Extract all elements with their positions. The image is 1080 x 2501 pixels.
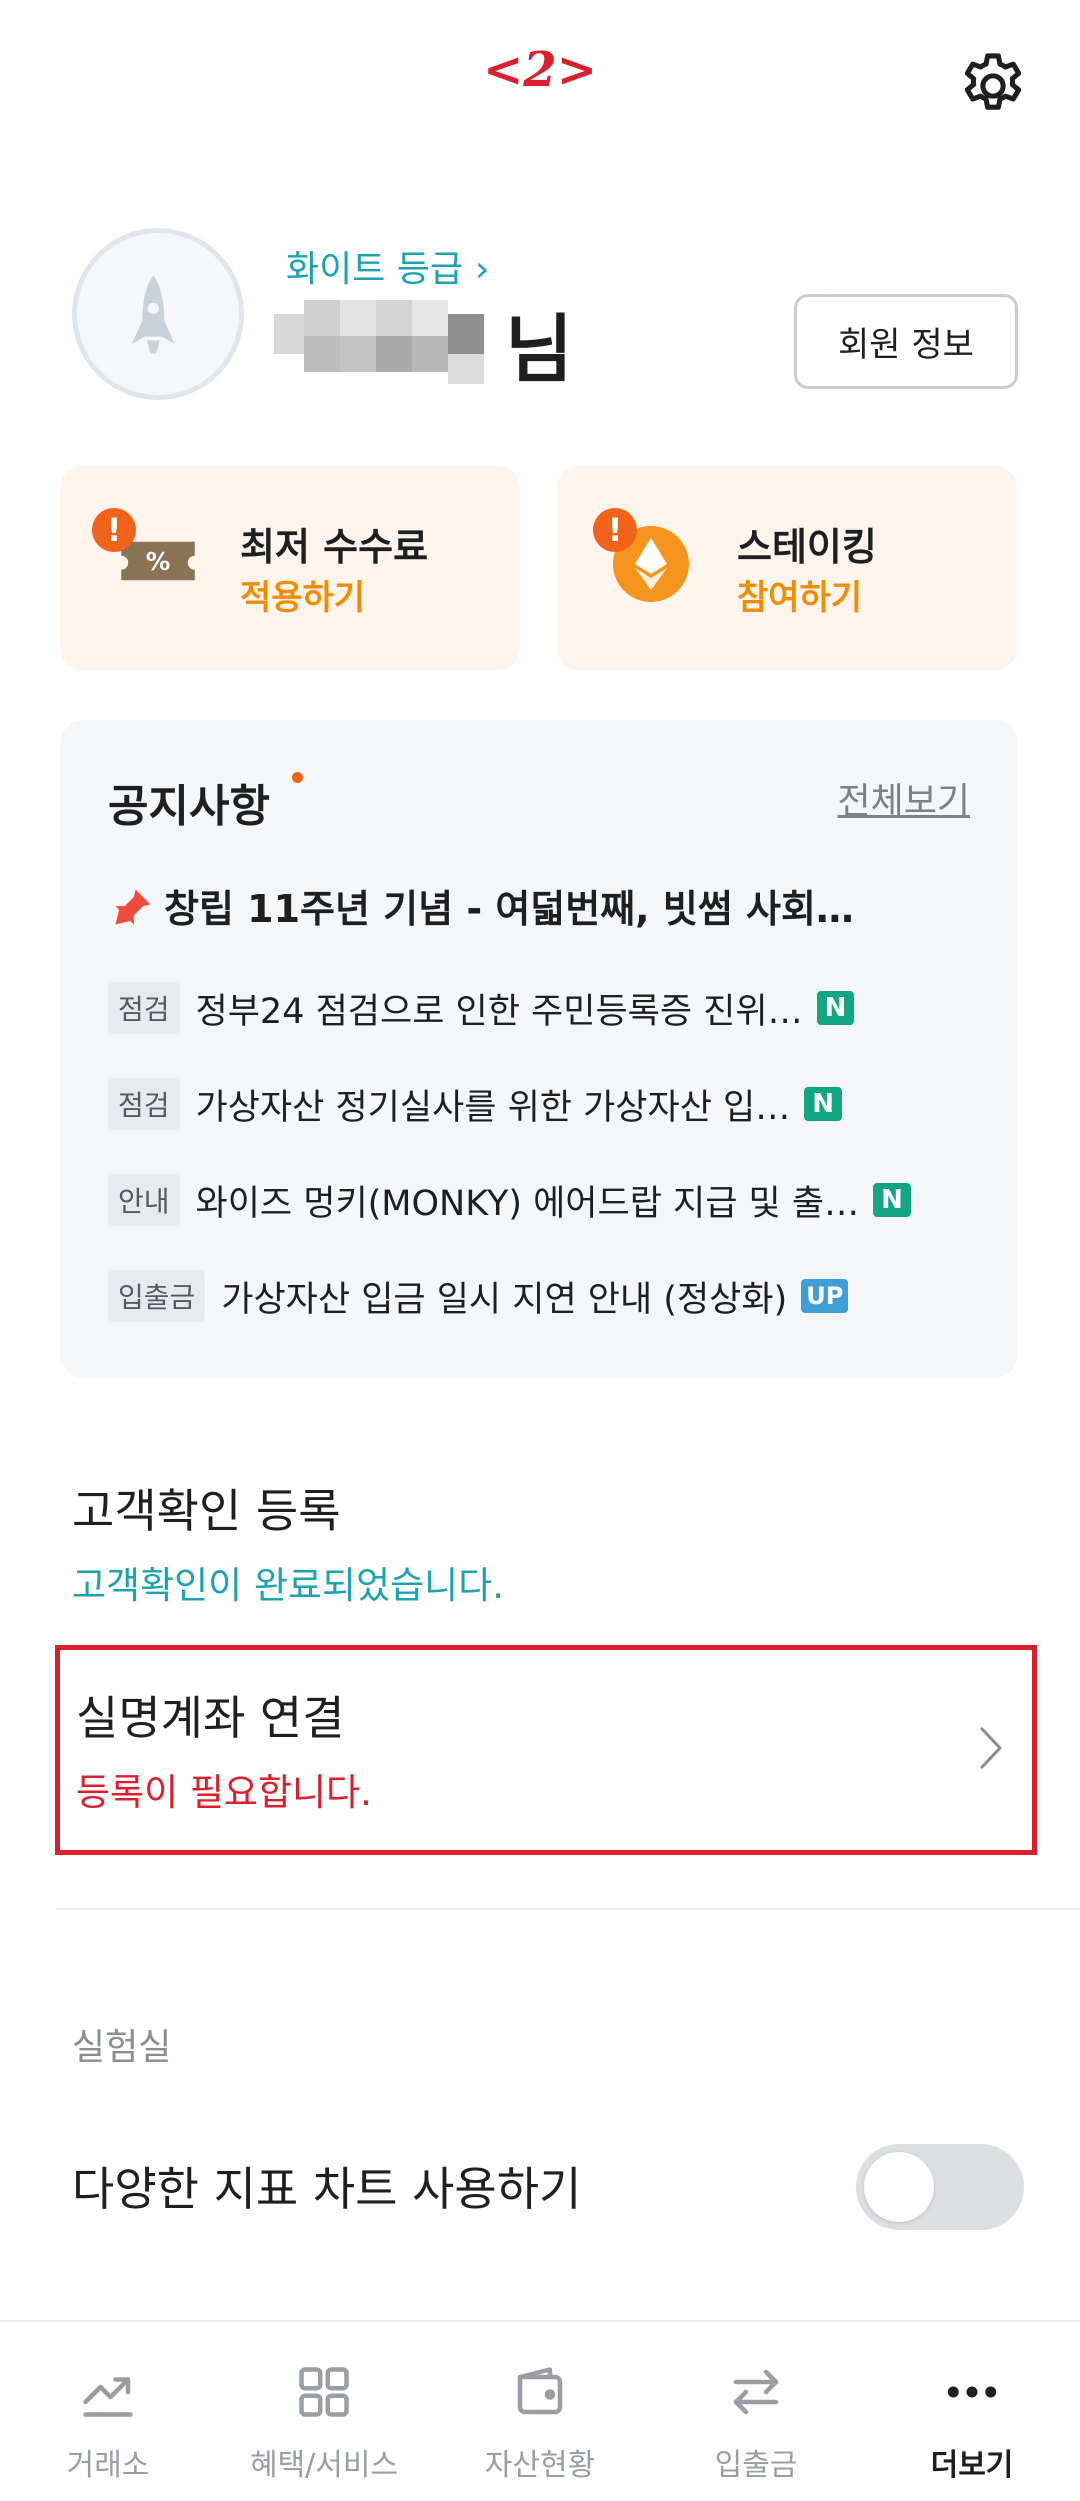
new-badge: N xyxy=(804,1087,842,1121)
tab-deposit-withdraw[interactable]: 입출금 xyxy=(648,2322,864,2501)
masked-username xyxy=(274,290,489,390)
chevron-right-icon: › xyxy=(475,249,490,290)
pinned-notice[interactable]: 창립 11주년 기념 - 여덟번째, 빗썸 사회… xyxy=(110,878,854,933)
more-dots-icon xyxy=(947,2386,997,2398)
notice-view-all-link[interactable]: 전체보기 xyxy=(838,772,970,824)
staking-card[interactable]: ! 스테이킹 참여하기 xyxy=(557,466,1017,670)
new-badge: N xyxy=(873,1183,911,1217)
chevron-right-icon xyxy=(980,1727,1002,1769)
notice-tag: 점검 xyxy=(108,1078,180,1130)
annotation-step-label: <2> xyxy=(483,42,597,98)
notice-item[interactable]: 점검 가상자산 정기실사를 위한 가상자산 입… N xyxy=(108,1078,842,1130)
alert-badge-icon: ! xyxy=(593,508,637,552)
indicator-chart-label: 다양한 지표 차트 사용하기 xyxy=(72,2162,582,2216)
staking-card-title: 스테이킹 xyxy=(737,525,877,569)
grid-icon xyxy=(299,2367,349,2417)
tab-exchange[interactable]: 거래소 xyxy=(0,2322,216,2501)
notice-text: 가상자산 정기실사를 위한 가상자산 입… xyxy=(195,1087,791,1128)
notice-item[interactable]: 안내 와이즈 멍키(MONKY) 에어드랍 지급 및 출… N xyxy=(108,1174,911,1226)
notice-item[interactable]: 점검 정부24 점검으로 인한 주민등록증 진위… N xyxy=(108,982,855,1034)
svg-text:%: % xyxy=(146,547,171,576)
notice-text: 정부24 점검으로 인한 주민등록증 진위… xyxy=(195,991,803,1032)
account-title: 실명계좌 연결 xyxy=(76,1691,345,1745)
notice-tag: 점검 xyxy=(108,982,180,1034)
kyc-title[interactable]: 고객확인 등록 xyxy=(72,1475,341,1541)
lab-section-title: 실험실 xyxy=(72,2027,172,2068)
tab-assets[interactable]: 자산현황 xyxy=(432,2322,648,2501)
alert-badge-icon: ! xyxy=(92,508,136,552)
fee-card-action: 적용하기 xyxy=(240,578,366,618)
kyc-status: 고객확인이 완료되었습니다. xyxy=(72,1564,505,1607)
chart-line-icon xyxy=(83,2377,133,2417)
notice-tag: 안내 xyxy=(108,1174,180,1226)
new-dot-icon xyxy=(292,772,303,783)
notice-text: 와이즈 멍키(MONKY) 에어드랍 지급 및 출… xyxy=(195,1183,860,1224)
notice-text: 가상자산 입금 일시 지연 안내 (정상화) xyxy=(221,1279,788,1320)
username-suffix: 님 xyxy=(505,307,574,393)
transfer-arrows-icon xyxy=(733,2369,779,2415)
tab-label: 더보기 xyxy=(930,2448,1014,2483)
tab-label: 거래소 xyxy=(66,2448,150,2483)
notice-panel: 공지사항 전체보기 창립 11주년 기념 - 여덟번째, 빗썸 사회… 점검 정… xyxy=(60,720,1018,1378)
new-badge: N xyxy=(816,991,855,1025)
tab-label: 입출금 xyxy=(714,2448,798,2483)
notice-title: 공지사항 xyxy=(108,781,270,832)
fee-card[interactable]: % ! 최저 수수료 적용하기 xyxy=(60,466,520,670)
staking-card-action: 참여하기 xyxy=(737,578,863,618)
account-status: 등록이 필요합니다. xyxy=(76,1771,372,1814)
divider xyxy=(56,1908,1080,1910)
grade-link[interactable]: 화이트 등급 › xyxy=(286,240,489,292)
notice-tag: 입출금 xyxy=(108,1270,206,1322)
tab-label: 자산현황 xyxy=(484,2448,596,2483)
notice-item[interactable]: 입출금 가상자산 입금 일시 지연 안내 (정상화) UP xyxy=(108,1270,849,1322)
real-name-account-row[interactable]: 실명계좌 연결 등록이 필요합니다. xyxy=(55,1645,1037,1855)
up-badge: UP xyxy=(801,1279,849,1313)
settings-button[interactable] xyxy=(955,48,1031,124)
gear-icon xyxy=(964,53,1022,110)
pin-icon xyxy=(115,889,151,925)
bottom-tab-bar: 거래소 혜택/서비스 자산현황 입출금 더보기 xyxy=(0,2320,1080,2501)
indicator-chart-toggle[interactable] xyxy=(856,2144,1024,2230)
tab-more[interactable]: 더보기 xyxy=(864,2322,1080,2501)
grade-label: 화이트 등급 xyxy=(286,249,464,290)
tab-benefits[interactable]: 혜택/서비스 xyxy=(216,2322,432,2501)
wallet-icon xyxy=(517,2367,563,2415)
member-info-button[interactable]: 회원 정보 xyxy=(794,294,1018,389)
fee-card-title: 최저 수수료 xyxy=(240,525,429,569)
rocket-icon xyxy=(131,275,175,354)
tab-label: 혜택/서비스 xyxy=(249,2448,399,2483)
pinned-notice-text: 창립 11주년 기념 - 여덟번째, 빗썸 사회… xyxy=(164,887,854,931)
avatar[interactable] xyxy=(72,228,244,400)
toggle-knob xyxy=(864,2152,934,2222)
